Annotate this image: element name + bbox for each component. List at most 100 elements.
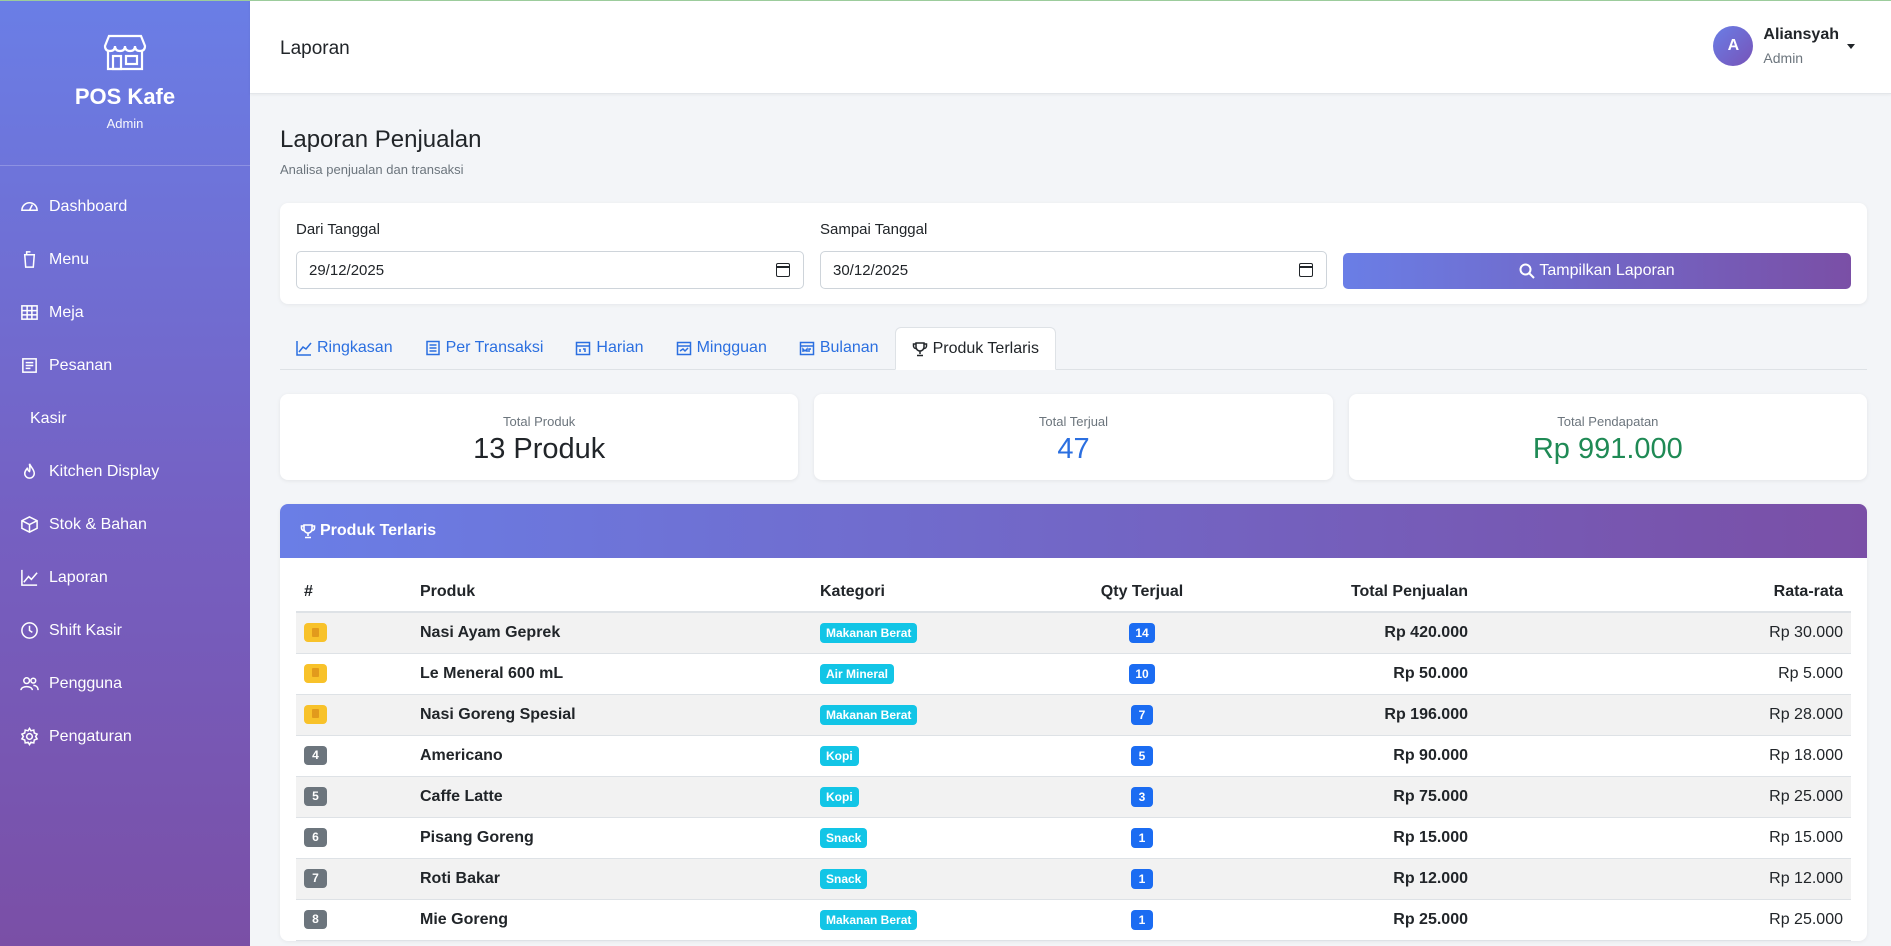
col-header-total: Total Penjualan <box>1218 572 1476 613</box>
sidebar-item-laporan[interactable]: Laporan <box>0 551 250 604</box>
calendar-day-icon <box>576 341 591 356</box>
top-products-table: # Produk Kategori Qty Terjual Total Penj… <box>296 572 1851 941</box>
chart-line-icon <box>19 568 39 588</box>
to-date-input[interactable]: 30/12/2025 <box>820 251 1327 289</box>
sidebar: POS Kafe Admin Dashboard Menu Meja Pesan… <box>0 0 250 946</box>
show-report-button[interactable]: Tampilkan Laporan <box>1343 253 1851 289</box>
cell-total: Rp 15.000 <box>1218 817 1476 859</box>
category-badge: Kopi <box>820 786 859 807</box>
cell-product: Roti Bakar <box>420 858 820 900</box>
cell-total: Rp 25.000 <box>1218 899 1476 941</box>
calendar-icon[interactable] <box>1299 263 1313 277</box>
rank-badge <box>304 664 327 683</box>
sidebar-item-kitchen-display[interactable]: Kitchen Display <box>0 445 250 498</box>
cell-category: Kopi <box>820 776 1066 818</box>
sidebar-item-label: Pesanan <box>49 356 113 374</box>
from-date-value: 29/12/2025 <box>309 261 385 279</box>
qty-badge: 14 <box>1129 622 1155 643</box>
sidebar-item-shift-kasir[interactable]: Shift Kasir <box>0 604 250 657</box>
cell-product: Nasi Goreng Spesial <box>420 694 820 736</box>
medal-icon <box>312 709 319 719</box>
cell-qty: 7 <box>1066 694 1218 736</box>
stat-card-total-produk: Total Produk 13 Produk <box>280 394 799 480</box>
clock-icon <box>19 621 39 641</box>
cell-category: Makanan Berat <box>820 612 1066 654</box>
cell-category: Snack <box>820 858 1066 900</box>
sidebar-item-label: Stok & Bahan <box>49 515 147 533</box>
topbar-title: Laporan <box>280 38 350 59</box>
category-badge: Snack <box>820 827 868 848</box>
shop-icon <box>103 34 147 71</box>
cell-rank: 4 <box>296 735 420 777</box>
sidebar-item-kasir[interactable]: Kasir <box>0 392 250 445</box>
page-subtitle: Analisa penjualan dan transaksi <box>280 162 464 177</box>
sidebar-item-label: Laporan <box>49 568 108 586</box>
cell-product: Mie Goreng <box>420 899 820 941</box>
tab-label: Produk Terlaris <box>932 339 1039 357</box>
rank-badge <box>304 705 327 724</box>
stat-label: Total Terjual <box>1038 414 1109 429</box>
cell-qty: 1 <box>1066 817 1218 859</box>
rank-badge <box>304 623 327 643</box>
qty-badge: 3 <box>1131 786 1153 807</box>
people-icon <box>19 674 39 694</box>
card-title: Produk Terlaris <box>320 522 437 539</box>
qty-badge: 5 <box>1131 745 1153 766</box>
cell-qty: 14 <box>1066 612 1218 654</box>
cell-total: Rp 50.000 <box>1218 653 1476 695</box>
sidebar-item-pengaturan[interactable]: Pengaturan <box>0 710 250 763</box>
tab-ringkasan[interactable]: Ringkasan <box>280 327 409 369</box>
medal-icon <box>312 668 319 678</box>
table-row: Nasi Goreng Spesial Makanan Berat 7 Rp 196.… <box>296 694 1851 736</box>
sidebar-item-menu[interactable]: Menu <box>0 233 250 286</box>
sidebar-item-meja[interactable]: Meja <box>0 286 250 339</box>
table-row: Nasi Ayam Geprek Makanan Berat 14 Rp 420.00… <box>296 612 1851 654</box>
cell-rank <box>296 612 420 654</box>
cell-product: Le Meneral 600 mL <box>420 653 820 695</box>
sidebar-item-label: Kitchen Display <box>49 462 160 480</box>
avatar: A <box>1713 26 1754 66</box>
sidebar-item-dashboard[interactable]: Dashboard <box>0 180 250 233</box>
tab-produk-terlaris[interactable]: Produk Terlaris <box>894 327 1056 370</box>
sidebar-item-pengguna[interactable]: Pengguna <box>0 657 250 710</box>
sidebar-item-label: Pengguna <box>49 674 122 692</box>
cell-product: Pisang Goreng <box>420 817 820 859</box>
cell-average: Rp 18.000 <box>1476 735 1851 777</box>
tab-per-transaksi[interactable]: Per Transaksi <box>409 327 560 369</box>
tab-harian[interactable]: Harian <box>559 327 659 369</box>
stat-label: Total Pendapatan <box>1557 414 1659 429</box>
cell-qty: 10 <box>1066 653 1218 695</box>
rank-badge: 7 <box>304 869 327 888</box>
col-header-qty: Qty Terjual <box>1066 572 1218 613</box>
stats-row: Total Produk 13 Produk Total Terjual 47 … <box>280 394 1867 480</box>
top-products-card: Produk Terlaris # Produk Kategori Qty Te… <box>280 504 1867 941</box>
tab-bulanan[interactable]: Bulanan <box>783 327 895 369</box>
rank-badge: 4 <box>304 746 327 765</box>
from-date-label: Dari Tanggal <box>296 221 380 238</box>
tab-mingguan[interactable]: Mingguan <box>660 327 783 369</box>
fire-icon <box>19 462 39 482</box>
table-row: 6 Pisang Goreng Snack 1 Rp 15.000 Rp 15.000 <box>296 817 1851 859</box>
from-date-input[interactable]: 29/12/2025 <box>296 251 804 289</box>
trophy-icon <box>912 341 927 356</box>
stat-label: Total Produk <box>503 414 576 429</box>
table-row: 7 Roti Bakar Snack 1 Rp 12.000 Rp 12.000 <box>296 858 1851 900</box>
brand[interactable]: POS Kafe Admin <box>0 0 250 166</box>
cup-icon <box>19 250 39 270</box>
graph-up-icon <box>296 341 312 356</box>
qty-badge: 1 <box>1131 827 1153 848</box>
stat-card-total-pendapatan: Total Pendapatan Rp 991.000 <box>1348 394 1867 480</box>
sidebar-item-pesanan[interactable]: Pesanan <box>0 339 250 392</box>
sidebar-item-stok-bahan[interactable]: Stok & Bahan <box>0 498 250 551</box>
cell-average: Rp 12.000 <box>1476 858 1851 900</box>
cell-rank <box>296 694 420 736</box>
user-menu[interactable]: A Aliansyah Admin <box>1713 26 1855 66</box>
table-row: 4 Americano Kopi 5 Rp 90.000 Rp 18.000 <box>296 735 1851 777</box>
col-header-rank: # <box>296 572 420 613</box>
table-row: Le Meneral 600 mL Air Mineral 10 Rp 50.000 R… <box>296 653 1851 695</box>
user-role: Admin <box>1763 50 1804 66</box>
to-date-value: 30/12/2025 <box>833 261 909 279</box>
calendar-icon[interactable] <box>776 263 790 277</box>
report-tabs: Ringkasan Per Transaksi Harian Mingguan … <box>280 327 1867 370</box>
cell-qty: 1 <box>1066 899 1218 941</box>
